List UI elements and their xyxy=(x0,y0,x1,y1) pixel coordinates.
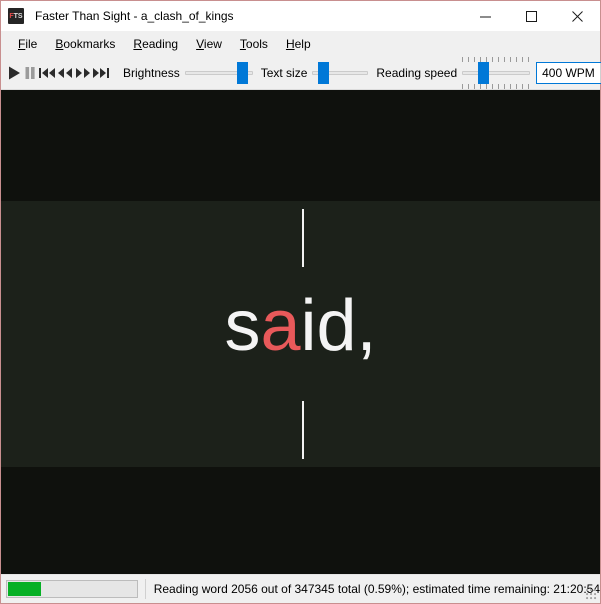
text-size-slider[interactable] xyxy=(312,59,369,87)
reading-speed-label: Reading speed xyxy=(376,65,458,80)
app-icon-letters-ts: TS xyxy=(13,12,23,20)
play-icon xyxy=(6,65,22,81)
window-controls xyxy=(462,1,600,31)
title-bar: F TS Faster Than Sight - a_clash_of_kings xyxy=(1,1,600,31)
fast-forward-button[interactable] xyxy=(74,59,92,87)
menu-mnemonic-view: V xyxy=(196,36,204,51)
menu-item-file[interactable]: File xyxy=(9,34,46,54)
reading-speed-ticks-top xyxy=(462,56,531,62)
brightness-slider-handle[interactable] xyxy=(236,61,248,84)
minimize-icon xyxy=(479,11,491,22)
fts-app-icon: F TS xyxy=(8,8,24,24)
application-window: F TS Faster Than Sight - a_clash_of_kings xyxy=(0,0,601,604)
dimmed-band-bottom xyxy=(1,467,600,574)
word-suffix: id, xyxy=(300,286,377,366)
focus-guide-line-lower xyxy=(302,401,304,459)
rewind-button[interactable] xyxy=(56,59,74,87)
menu-rest-bookmarks: ookmarks xyxy=(63,36,116,51)
minimize-button[interactable] xyxy=(462,1,508,31)
brightness-slider[interactable] xyxy=(184,59,253,87)
menu-item-tools[interactable]: Tools xyxy=(231,34,277,54)
maximize-button[interactable] xyxy=(508,1,554,31)
close-button[interactable] xyxy=(554,1,600,31)
reading-speed-slider-handle[interactable] xyxy=(478,61,490,84)
status-separator xyxy=(144,579,146,599)
skip-backward-button[interactable] xyxy=(38,59,56,87)
rewind-icon xyxy=(56,65,74,81)
fast-forward-icon xyxy=(74,65,92,81)
reading-speed-value[interactable]: 400 WPM xyxy=(537,63,600,83)
menu-rest-tools: ools xyxy=(245,36,268,51)
close-icon xyxy=(571,10,583,22)
current-word: said, xyxy=(1,290,600,362)
status-message: Reading word 2056 out of 347345 total (0… xyxy=(153,582,600,596)
skip-backward-icon xyxy=(38,65,56,81)
reading-display[interactable]: said, xyxy=(1,90,600,574)
reading-progress-bar xyxy=(6,580,138,598)
reading-speed-slider[interactable] xyxy=(462,56,531,89)
word-focus-letter: a xyxy=(260,286,301,366)
pause-icon xyxy=(22,65,38,81)
word-prefix: s xyxy=(224,286,261,366)
status-bar: Reading word 2056 out of 347345 total (0… xyxy=(1,574,600,603)
reading-speed-ticks-bottom xyxy=(462,83,531,89)
menu-item-bookmarks[interactable]: Bookmarks xyxy=(46,34,124,54)
menu-mnemonic-reading: R xyxy=(133,36,143,51)
dimmed-band-top xyxy=(1,90,600,201)
brightness-label: Brightness xyxy=(123,65,180,80)
focus-guide-line-upper xyxy=(302,209,304,267)
maximize-icon xyxy=(525,10,537,22)
resize-grip[interactable] xyxy=(586,589,598,601)
menu-item-help[interactable]: Help xyxy=(277,34,320,54)
play-button[interactable] xyxy=(6,59,22,87)
menu-bar: File Bookmarks Reading View Tools Help xyxy=(1,31,600,56)
menu-item-view[interactable]: View xyxy=(187,34,231,54)
menu-rest-help: elp xyxy=(294,36,311,51)
menu-item-reading[interactable]: Reading xyxy=(124,34,187,54)
menu-mnemonic-help: H xyxy=(285,36,295,51)
menu-rest-file: ile xyxy=(25,36,38,51)
window-title: Faster Than Sight - a_clash_of_kings xyxy=(35,9,234,23)
skip-forward-button[interactable] xyxy=(92,59,110,87)
menu-rest-reading: eading xyxy=(142,36,179,51)
reading-speed-spinbox[interactable]: 400 WPM xyxy=(536,61,601,84)
text-size-slider-handle[interactable] xyxy=(318,61,330,84)
toolbar: Brightness Text size Reading speed 400 W… xyxy=(1,56,601,90)
reading-speed-slider-groove xyxy=(462,70,531,75)
skip-forward-icon xyxy=(92,65,110,81)
pause-button[interactable] xyxy=(22,59,38,87)
menu-rest-view: iew xyxy=(203,36,222,51)
reading-progress-fill xyxy=(8,582,42,596)
text-size-label: Text size xyxy=(260,65,308,80)
